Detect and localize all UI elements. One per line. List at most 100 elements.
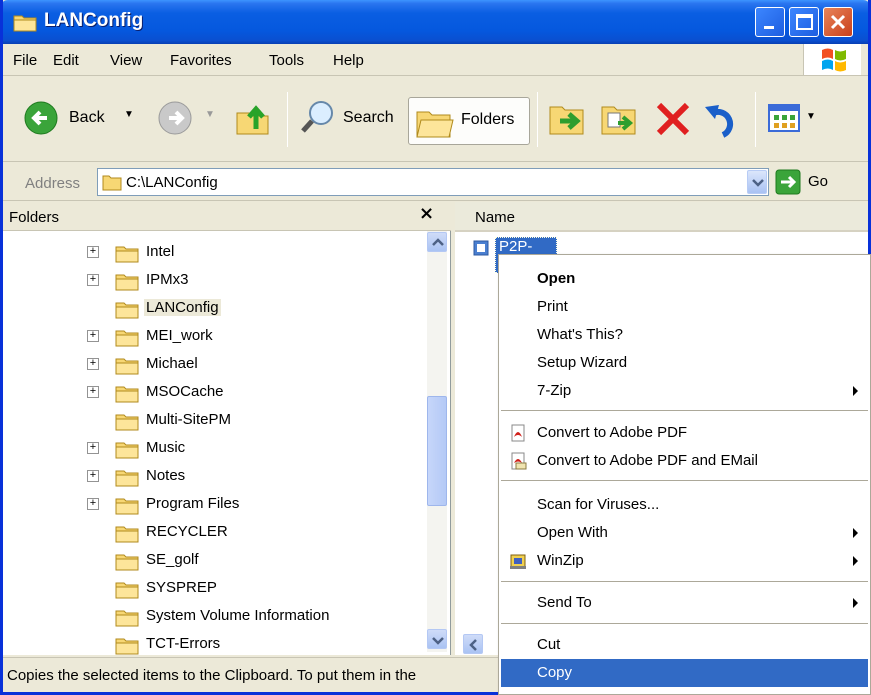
chevron-left-icon	[469, 639, 477, 651]
menu-help[interactable]: Help	[333, 52, 364, 69]
menu-item-7zip[interactable]: 7-Zip	[501, 377, 868, 405]
menu-item-convert-pdf-email[interactable]: Convert to Adobe PDF and EMail	[501, 447, 868, 475]
menu-item-whats-this[interactable]: What's This?	[501, 321, 868, 349]
tree-item-label: MEI_work	[146, 327, 213, 344]
tree-item-label: Notes	[146, 467, 186, 484]
back-button[interactable]: Back ▼	[23, 100, 143, 140]
tree-item-label: System Volume Information	[146, 607, 330, 624]
menu-file[interactable]: File	[13, 52, 37, 69]
title-bar[interactable]: LANConfig	[3, 0, 868, 44]
folders-pane: Folders × + Intel + IPMx3 LANConfig + MEI_work…	[3, 202, 451, 655]
chevron-down-icon	[432, 637, 444, 645]
move-to-icon[interactable]	[548, 99, 588, 139]
menu-item-winzip[interactable]: WinZip	[501, 547, 868, 575]
menu-separator	[501, 480, 868, 481]
menu-item-cut[interactable]: Cut	[501, 631, 868, 659]
menu-item-print[interactable]: Print	[501, 293, 868, 321]
tree-item-label: MSOCache	[146, 383, 224, 400]
folders-icon	[416, 111, 454, 138]
folder-icon	[115, 383, 139, 407]
up-button[interactable]	[234, 99, 274, 139]
scroll-thumb[interactable]	[427, 396, 447, 506]
menu-favorites[interactable]: Favorites	[170, 52, 232, 69]
copy-to-icon[interactable]	[600, 99, 640, 139]
undo-icon[interactable]	[703, 99, 743, 139]
submenu-arrow-icon	[853, 556, 858, 566]
scroll-up-button[interactable]	[427, 232, 447, 252]
scroll-left-button[interactable]	[463, 634, 483, 654]
folders-button[interactable]: Folders	[408, 97, 530, 145]
menu-item-copy[interactable]: Copy	[501, 659, 868, 687]
window-title: LANConfig	[44, 10, 144, 31]
maximize-button[interactable]	[789, 7, 819, 37]
tree-item-label: RECYCLER	[146, 523, 228, 540]
menu-item-send-to[interactable]: Send To	[501, 589, 868, 617]
folder-icon	[115, 271, 139, 295]
column-header: Name	[455, 202, 868, 232]
forward-button[interactable]: ▼	[157, 100, 217, 140]
menu-separator	[501, 581, 868, 582]
views-button[interactable]: ▼	[766, 101, 826, 137]
delete-icon[interactable]	[653, 99, 693, 139]
address-dropdown-button[interactable]	[747, 170, 767, 194]
go-arrow-icon	[775, 169, 801, 195]
menu-item-open-with[interactable]: Open With	[501, 519, 868, 547]
up-icon	[236, 105, 269, 135]
expand-plus-icon[interactable]: +	[87, 498, 99, 510]
folder-icon	[115, 299, 139, 323]
views-dropdown-icon[interactable]: ▼	[806, 111, 816, 122]
menu-item-open[interactable]: Open	[501, 265, 868, 293]
folder-icon	[102, 175, 122, 191]
close-button[interactable]	[823, 7, 853, 37]
folder-icon	[115, 355, 139, 379]
tree-item-label: TCT-Errors	[146, 635, 221, 652]
menu-item-setup-wizard[interactable]: Setup Wizard	[501, 349, 868, 377]
windows-logo	[803, 44, 861, 75]
toolbar-separator	[537, 92, 538, 147]
menu-separator	[501, 410, 868, 411]
close-icon	[830, 14, 846, 30]
folders-scrollbar[interactable]	[427, 231, 447, 652]
folder-icon	[13, 15, 37, 32]
menu-tools[interactable]: Tools	[269, 52, 304, 69]
folders-pane-close-button[interactable]: ×	[419, 203, 434, 224]
address-value: C:\LANConfig	[126, 174, 218, 191]
status-text: Copies the selected items to the Clipboa…	[7, 667, 417, 684]
menu-item-scan-viruses[interactable]: Scan for Viruses...	[501, 491, 868, 519]
folder-icon	[115, 243, 139, 267]
tree-item-label: SE_golf	[146, 551, 199, 568]
minimize-icon	[764, 26, 774, 29]
expand-plus-icon[interactable]: +	[87, 442, 99, 454]
tree-item-label: IPMx3	[146, 271, 189, 288]
adobe-pdf-email-icon	[511, 452, 527, 470]
minimize-button[interactable]	[755, 7, 785, 37]
folder-icon	[115, 411, 139, 435]
menu-item-convert-pdf[interactable]: Convert to Adobe PDF	[501, 419, 868, 447]
standard-toolbar: Back ▼ ▼ Search Folders ▼	[3, 77, 868, 162]
scroll-down-button[interactable]	[427, 629, 447, 649]
tree-item-label: Multi-SitePM	[146, 411, 232, 428]
tree-item-label: Michael	[146, 355, 198, 372]
forward-dropdown-icon[interactable]: ▼	[205, 109, 215, 120]
folder-icon	[115, 327, 139, 351]
expand-plus-icon[interactable]: +	[87, 246, 99, 258]
expand-plus-icon[interactable]: +	[87, 470, 99, 482]
back-dropdown-icon[interactable]: ▼	[124, 109, 134, 120]
expand-plus-icon[interactable]: +	[87, 358, 99, 370]
folder-icon	[115, 523, 139, 547]
expand-plus-icon[interactable]: +	[87, 274, 99, 286]
tree-item-label: Program Files	[146, 495, 240, 512]
views-icon	[768, 104, 800, 132]
folders-pane-title: Folders	[9, 209, 60, 226]
go-button[interactable]: Go	[775, 169, 835, 195]
address-input[interactable]: C:\LANConfig	[97, 168, 769, 196]
menu-edit[interactable]: Edit	[53, 52, 79, 69]
tree-item-label: SYSPREP	[146, 579, 217, 596]
chevron-up-icon	[432, 238, 444, 246]
expand-plus-icon[interactable]: +	[87, 330, 99, 342]
search-button[interactable]: Search	[299, 99, 401, 139]
expand-plus-icon[interactable]: +	[87, 386, 99, 398]
column-header-name[interactable]: Name	[475, 209, 515, 226]
menu-view[interactable]: View	[110, 52, 142, 69]
tree-item-label: Music	[146, 439, 186, 456]
